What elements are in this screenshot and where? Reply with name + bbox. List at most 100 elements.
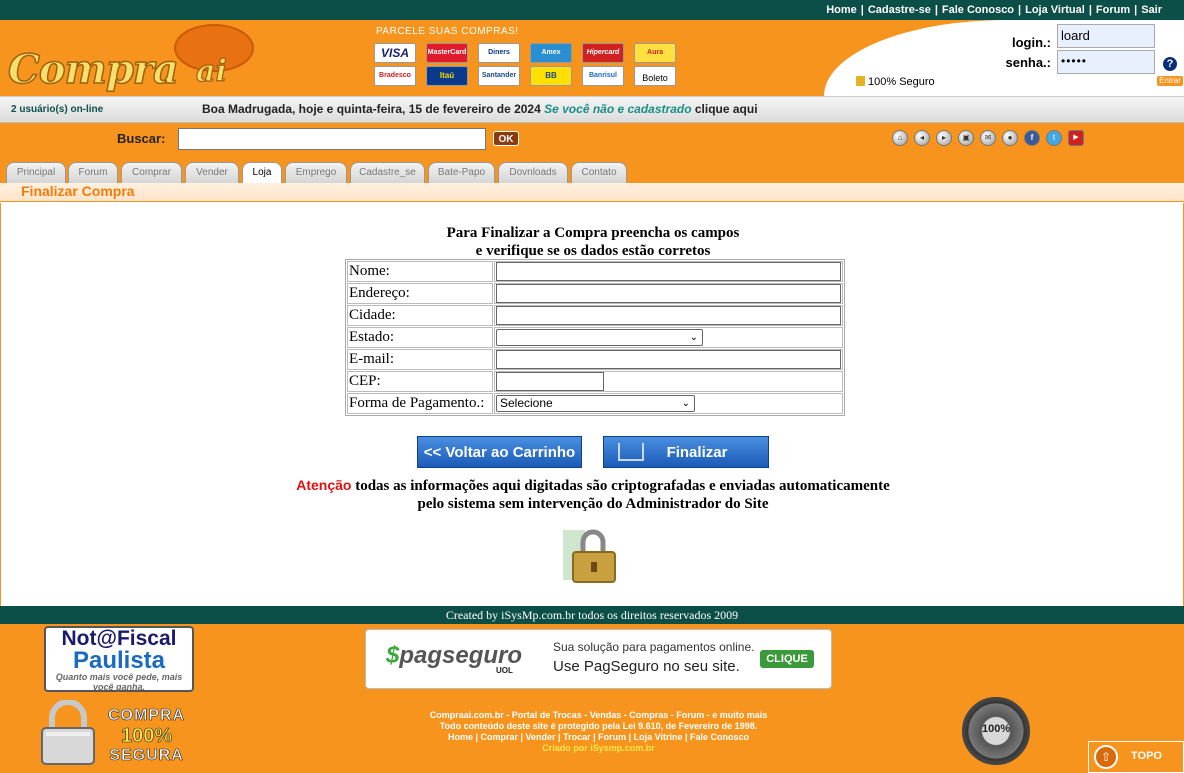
tab-vender[interactable]: Vender xyxy=(185,162,239,184)
chevron-down-icon: ⌄ xyxy=(681,398,690,409)
back-to-top-label: TOPO xyxy=(1131,750,1162,762)
pagamento-select[interactable]: Selecione ⌄ xyxy=(496,395,695,412)
credit-bar: Created by iSysMp.com.br todos os direit… xyxy=(0,606,1184,624)
pagseguro-brand: pagseguro xyxy=(399,642,523,669)
twitter-icon[interactable]: t xyxy=(1046,130,1062,146)
nota-fiscal-slogan: Quanto mais você pede, mais você ganha. xyxy=(55,672,183,692)
password-label: senha.: xyxy=(1005,55,1051,70)
date-greeting: Boa Madrugada, hoje e quinta-feira, 15 d… xyxy=(202,102,541,116)
visa-card-icon: VISA xyxy=(374,43,416,63)
endereco-input[interactable] xyxy=(496,284,841,303)
tab-emprego[interactable]: Emprego xyxy=(285,162,347,184)
online-users-count: 2 usuário(s) on-line xyxy=(11,104,104,115)
finish-button[interactable]: Finalizar xyxy=(603,436,769,468)
form-intro-line1: Para Finalizar a Compra preencha os camp… xyxy=(446,225,740,241)
endereco-label: Endereço: xyxy=(347,283,493,304)
form-intro-line2: e verifique se os dados estão corretos xyxy=(475,243,711,259)
estado-select[interactable]: ⌄ xyxy=(496,329,703,346)
cidade-cell xyxy=(494,305,843,326)
itau-bank-icon: Itaú xyxy=(426,66,468,86)
nav-fale-conosco-link[interactable]: Fale Conosco xyxy=(942,4,1014,16)
login-input[interactable]: loard xyxy=(1057,24,1155,48)
form-row-email: E-mail: xyxy=(347,349,843,370)
secure-badge: 100% Seguro xyxy=(856,76,935,88)
back-icon[interactable]: ◂ xyxy=(914,130,930,146)
help-icon[interactable]: ? xyxy=(1163,57,1177,71)
pagamento-cell: Selecione ⌄ xyxy=(494,393,843,414)
forward-icon[interactable]: ▸ xyxy=(936,130,952,146)
boleto-icon: Boleto xyxy=(634,66,676,86)
search-input[interactable] xyxy=(178,128,486,150)
finish-button-label: Finalizar xyxy=(666,444,728,461)
endereco-cell xyxy=(494,283,843,304)
tab-comprar[interactable]: Comprar xyxy=(121,162,182,184)
nav-separator: | xyxy=(934,4,938,16)
page-title: Finalizar Compra xyxy=(21,183,135,199)
tab-cadastre[interactable]: Cadastre_se xyxy=(350,162,425,184)
top-navigation-bar: Home | Cadastre-se | Fale Conosco | Loja Virtu… xyxy=(0,0,1184,20)
cep-label: CEP: xyxy=(347,371,493,392)
form-row-cidade: Cidade: xyxy=(347,305,843,326)
nome-input[interactable] xyxy=(496,262,841,281)
top-nav-links: Home | Cadastre-se | Fale Conosco | Loja Virtu… xyxy=(826,4,1162,16)
cep-input[interactable] xyxy=(496,372,604,391)
back-to-cart-button[interactable]: << Voltar ao Carrinho xyxy=(417,436,582,468)
site-footer: Not@Fiscal Paulista Quanto mais você ped… xyxy=(0,624,1184,773)
email-label: E-mail: xyxy=(347,349,493,370)
estado-label: Estado: xyxy=(347,327,493,348)
nav-loja-virtual-link[interactable]: Loja Virtual xyxy=(1025,4,1085,16)
status-strip: 2 usuário(s) on-line Boa Madrugada, hoje… xyxy=(0,96,1184,123)
youtube-icon[interactable]: ▶ xyxy=(1068,130,1084,146)
tab-principal[interactable]: Principal xyxy=(6,162,66,184)
encryption-warning: Atenção todas as informações aqui digita… xyxy=(0,476,1184,513)
pagseguro-uol: UOL xyxy=(496,666,513,675)
estado-cell: ⌄ xyxy=(494,327,843,348)
santander-bank-icon: Santander xyxy=(478,66,520,86)
cart-icon[interactable]: ▣ xyxy=(958,130,974,146)
site-logo[interactable]: Compra ai xyxy=(6,24,256,96)
form-row-pagamento: Forma de Pagamento.: Selecione ⌄ xyxy=(347,393,843,414)
amex-card-icon: Amex xyxy=(530,43,572,63)
nav-home-link[interactable]: Home xyxy=(826,4,857,16)
nome-cell xyxy=(494,261,843,282)
secure-label: 100% Seguro xyxy=(868,76,935,88)
encrypted-padlock-icon xyxy=(563,529,616,583)
nav-sair-link[interactable]: Sair xyxy=(1141,4,1162,16)
back-to-top-button[interactable]: ⇧ TOPO xyxy=(1088,741,1184,773)
register-link[interactable]: clique aqui xyxy=(695,102,758,116)
nav-forum-link[interactable]: Forum xyxy=(1096,4,1130,16)
facebook-icon[interactable]: f xyxy=(1024,130,1040,146)
home-icon[interactable]: ⌂ xyxy=(892,130,908,146)
aura-card-icon: Aura xyxy=(634,43,676,63)
nav-separator: | xyxy=(860,4,864,16)
satisfaction-seal-icon: 100% xyxy=(962,697,1030,765)
tab-forum[interactable]: Forum xyxy=(68,162,118,184)
password-input[interactable]: ••••• xyxy=(1057,50,1155,74)
lock-icon xyxy=(856,76,865,86)
nota-fiscal-paulista-banner[interactable]: Not@Fiscal Paulista Quanto mais você ped… xyxy=(44,626,194,692)
search-ok-button[interactable]: OK xyxy=(493,131,519,146)
pagseguro-tagline: Sua solução para pagamentos online. xyxy=(553,640,755,654)
enter-button[interactable]: Entrar xyxy=(1157,76,1183,86)
banrisul-bank-icon: Banrisul xyxy=(582,66,624,86)
chat-icon[interactable]: ● xyxy=(1002,130,1018,146)
email-input[interactable] xyxy=(496,350,841,369)
site-header: Compra ai PARCELE SUAS COMPRAS! VISA Mas… xyxy=(0,20,1184,96)
tab-bate-papo[interactable]: Bate-Papo xyxy=(428,162,495,184)
warning-text2: pelo sistema sem intervenção do Administ… xyxy=(417,496,769,512)
logo-text: Compra xyxy=(7,45,179,94)
cidade-input[interactable] xyxy=(496,306,841,325)
pagseguro-banner[interactable]: $pagseguro UOL Sua solução para pagament… xyxy=(365,629,832,689)
cart-icon xyxy=(618,443,644,461)
page-title-bar: Finalizar Compra xyxy=(0,183,1184,202)
mail-icon[interactable]: ✉ xyxy=(980,130,996,146)
pagseguro-click-button[interactable]: CLIQUE xyxy=(760,650,814,668)
tab-loja[interactable]: Loja xyxy=(242,162,282,184)
nome-label: Nome: xyxy=(347,261,493,282)
nav-separator: | xyxy=(1088,4,1092,16)
tab-downloads[interactable]: Dovnloads xyxy=(498,162,568,184)
banco-do-brasil-icon: BB xyxy=(530,66,572,86)
tab-contato[interactable]: Contato xyxy=(571,162,627,184)
nav-cadastre-link[interactable]: Cadastre-se xyxy=(868,4,931,16)
cep-cell xyxy=(494,371,843,392)
